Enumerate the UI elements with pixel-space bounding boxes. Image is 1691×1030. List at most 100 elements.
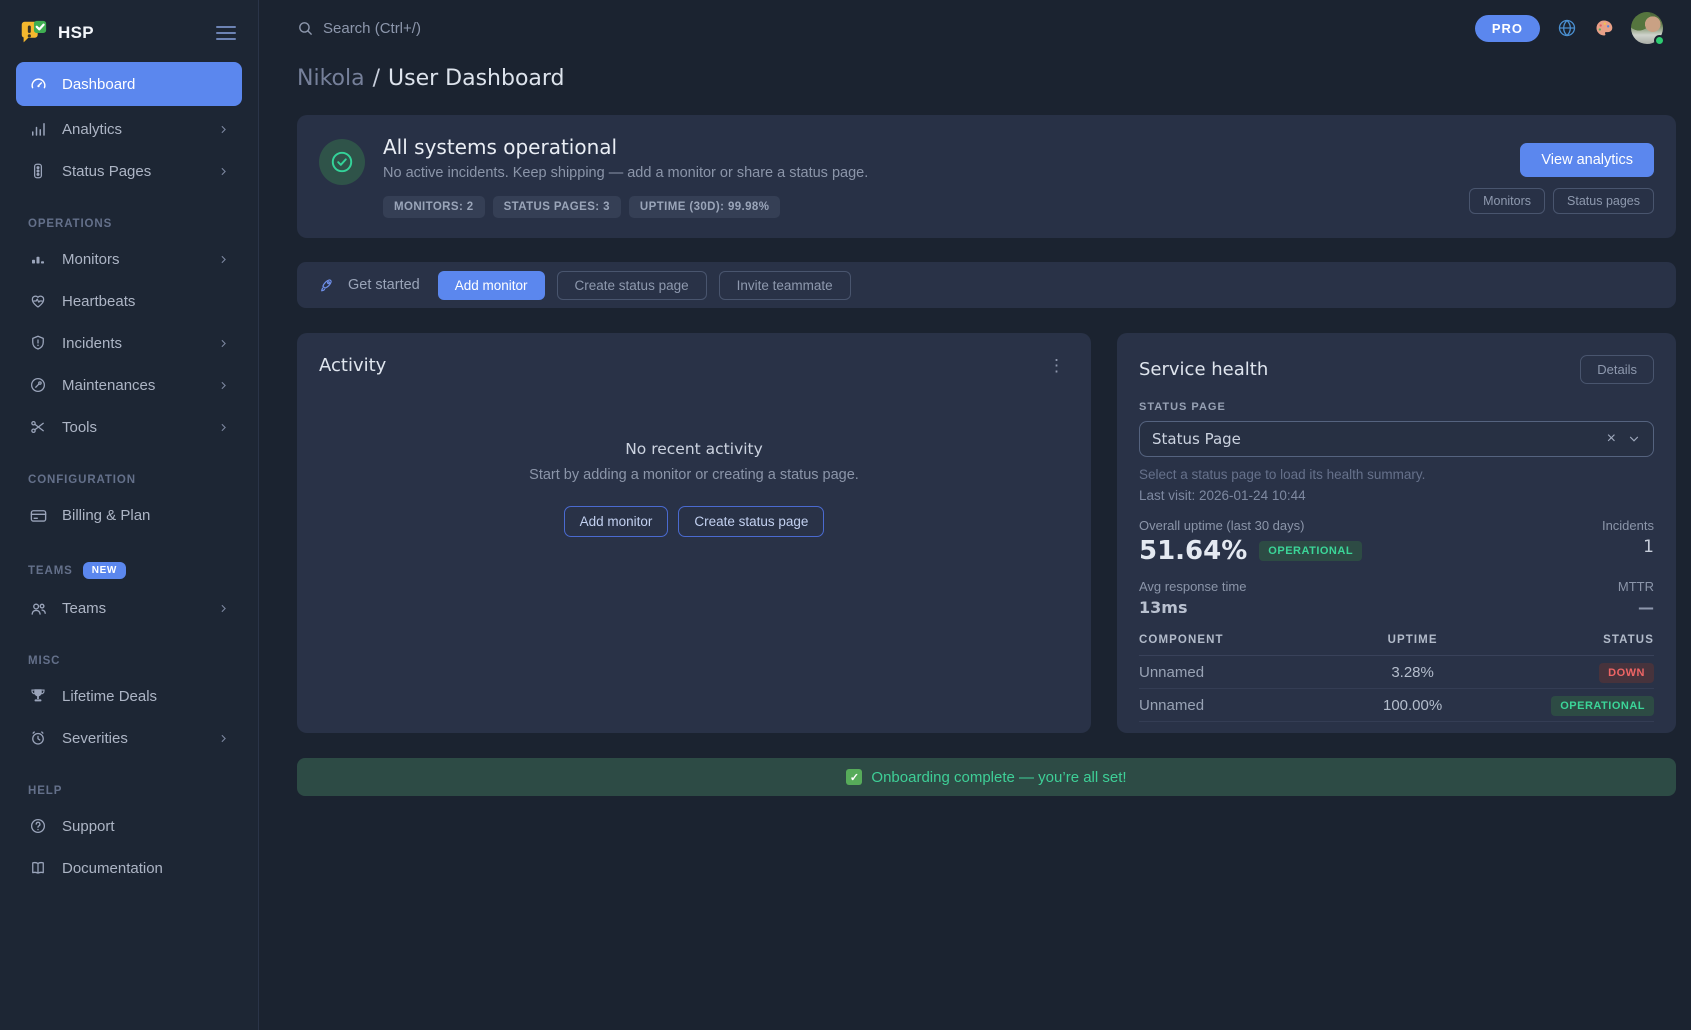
- traffic-light-icon: [28, 161, 48, 181]
- create-status-page-button[interactable]: Create status page: [557, 271, 707, 300]
- theme-palette-icon[interactable]: [1594, 18, 1614, 38]
- mttr-block: MTTR —: [1618, 579, 1654, 617]
- chevron-right-icon: [217, 253, 230, 266]
- service-health-card: Service health Details STATUS PAGE Statu…: [1117, 333, 1676, 733]
- page-content: Nikola/User Dashboard All systems operat…: [259, 56, 1691, 796]
- sidebar-item-maintenances[interactable]: Maintenances: [16, 364, 242, 406]
- response-stat-row: Avg response time 13ms MTTR —: [1139, 579, 1654, 617]
- sidebar-item-label: Documentation: [62, 860, 230, 877]
- uptime-label: Overall uptime (last 30 days): [1139, 518, 1362, 533]
- status-page-select[interactable]: Status Page ×: [1139, 421, 1654, 457]
- sidebar-item-severities[interactable]: Severities: [16, 717, 242, 759]
- uptime-stat-row: Overall uptime (last 30 days) 51.64% OPE…: [1139, 518, 1654, 566]
- service-health-title: Service health: [1139, 359, 1268, 380]
- invite-teammate-button[interactable]: Invite teammate: [719, 271, 851, 300]
- shield-alert-icon: [28, 333, 48, 353]
- breadcrumb: Nikola/User Dashboard: [297, 66, 1676, 91]
- sidebar-item-dashboard[interactable]: Dashboard: [16, 62, 242, 106]
- trophy-icon: [28, 686, 48, 706]
- get-started-label: Get started: [348, 277, 420, 293]
- status-pages-button[interactable]: Status pages: [1553, 188, 1654, 214]
- sidebar-item-billing[interactable]: Billing & Plan: [16, 494, 242, 536]
- create-status-page-button[interactable]: Create status page: [678, 506, 824, 537]
- chevron-down-icon[interactable]: [1627, 432, 1641, 446]
- sidebar-item-lifetime-deals[interactable]: Lifetime Deals: [16, 675, 242, 717]
- table-row[interactable]: Unnamed 3.28% DOWN: [1139, 656, 1654, 689]
- service-health-header: Service health Details: [1139, 355, 1654, 384]
- clear-selection-icon[interactable]: ×: [1607, 431, 1616, 447]
- component-uptime: 3.28%: [1332, 664, 1493, 681]
- pro-badge[interactable]: PRO: [1475, 15, 1540, 42]
- rocket-icon: [319, 277, 336, 294]
- sidebar-item-support[interactable]: Support: [16, 805, 242, 847]
- incidents-block: Incidents 1: [1602, 518, 1654, 566]
- app-root: HSP Dashboard Analytics: [0, 0, 1691, 1030]
- sidebar-item-incidents[interactable]: Incidents: [16, 322, 242, 364]
- empty-state-title: No recent activity: [319, 440, 1069, 458]
- col-status: STATUS: [1493, 634, 1654, 646]
- sidebar: HSP Dashboard Analytics: [0, 0, 259, 1030]
- avg-response-block: Avg response time 13ms: [1139, 579, 1246, 617]
- sidebar-section-operations: OPERATIONS: [28, 218, 230, 230]
- breadcrumb-parent[interactable]: Nikola: [297, 66, 365, 91]
- sidebar-item-tools[interactable]: Tools: [16, 406, 242, 448]
- check-circle-icon: [319, 139, 365, 185]
- heartbeat-icon: [28, 291, 48, 311]
- hero-title: All systems operational: [383, 135, 868, 159]
- details-button[interactable]: Details: [1580, 355, 1654, 384]
- view-analytics-button[interactable]: View analytics: [1520, 143, 1654, 177]
- sidebar-item-documentation[interactable]: Documentation: [16, 847, 242, 889]
- cards-row: Activity ⋮ No recent activity Start by a…: [297, 333, 1676, 733]
- search-icon: [297, 20, 314, 37]
- select-helper-text: Select a status page to load its health …: [1139, 467, 1654, 482]
- empty-state-actions: Add monitor Create status page: [319, 506, 1069, 537]
- app-logo-icon: [18, 18, 48, 48]
- credit-card-icon: [28, 505, 48, 525]
- sidebar-item-label: Severities: [62, 730, 203, 747]
- empty-state-subtitle: Start by adding a monitor or creating a …: [319, 467, 1069, 483]
- sidebar-item-label: Billing & Plan: [62, 507, 230, 524]
- component-uptime: 100.00%: [1332, 697, 1493, 714]
- globe-icon[interactable]: [1557, 18, 1577, 38]
- avg-response-label: Avg response time: [1139, 579, 1246, 594]
- sidebar-item-analytics[interactable]: Analytics: [16, 108, 242, 150]
- incidents-value: 1: [1602, 537, 1654, 557]
- page-title: User Dashboard: [388, 66, 565, 91]
- mttr-label: MTTR: [1618, 579, 1654, 594]
- main-area: PRO Nikola/User Dashboard: [259, 0, 1691, 1030]
- analytics-icon: [28, 119, 48, 139]
- component-name: Unnamed: [1139, 664, 1332, 681]
- global-search[interactable]: [297, 20, 1475, 37]
- sidebar-item-label: Dashboard: [62, 76, 230, 93]
- operational-badge: OPERATIONAL: [1551, 696, 1654, 716]
- search-input[interactable]: [323, 20, 643, 37]
- brand-name: HSP: [58, 23, 202, 43]
- sidebar-item-monitors[interactable]: Monitors: [16, 238, 242, 280]
- sidebar-item-heartbeats[interactable]: Heartbeats: [16, 280, 242, 322]
- mttr-value: —: [1618, 598, 1654, 617]
- sidebar-item-teams[interactable]: Teams: [16, 587, 242, 629]
- online-status-dot: [1654, 35, 1665, 46]
- menu-toggle-icon[interactable]: [212, 21, 240, 45]
- add-monitor-button[interactable]: Add monitor: [564, 506, 669, 537]
- monitors-button[interactable]: Monitors: [1469, 188, 1545, 214]
- hero-quick-links: Monitors Status pages: [1469, 188, 1654, 214]
- uptime-value: 51.64%: [1139, 536, 1247, 566]
- activity-title: Activity: [319, 355, 386, 376]
- sidebar-item-label: Lifetime Deals: [62, 688, 230, 705]
- sidebar-item-status-pages[interactable]: Status Pages: [16, 150, 242, 192]
- add-monitor-button[interactable]: Add monitor: [438, 271, 545, 300]
- overall-uptime-block: Overall uptime (last 30 days) 51.64% OPE…: [1139, 518, 1362, 566]
- kebab-menu-icon[interactable]: ⋮: [1044, 357, 1069, 374]
- hero-actions: View analytics Monitors Status pages: [1469, 135, 1654, 214]
- components-table: COMPONENT UPTIME STATUS Unnamed 3.28% DO…: [1139, 632, 1654, 722]
- activity-header: Activity ⋮: [319, 355, 1069, 376]
- topbar: PRO: [259, 0, 1691, 56]
- last-visit-text: Last visit: 2026-01-24 10:44: [1139, 488, 1654, 503]
- check-box-icon: ✓: [846, 769, 862, 785]
- down-badge: DOWN: [1599, 663, 1654, 683]
- user-avatar[interactable]: [1631, 12, 1663, 44]
- table-row[interactable]: Unnamed 100.00% OPERATIONAL: [1139, 689, 1654, 722]
- monitors-count-chip: MONITORS: 2: [383, 196, 485, 218]
- operational-badge: OPERATIONAL: [1259, 541, 1362, 561]
